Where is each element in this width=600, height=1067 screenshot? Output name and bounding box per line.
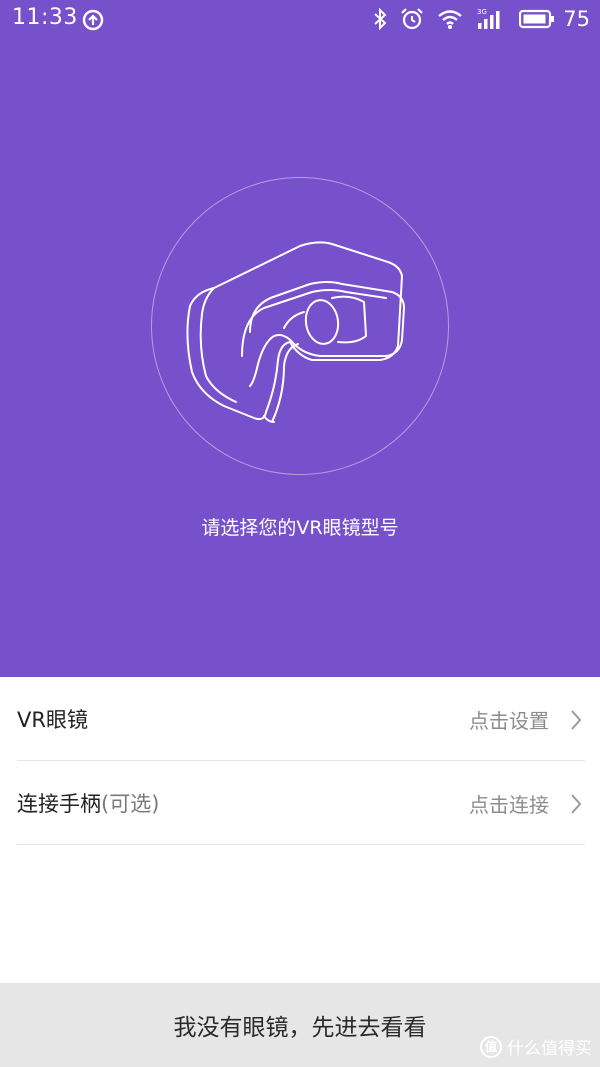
controller-action: 点击连接 [469, 793, 549, 817]
controller-title: 连接手柄 [17, 792, 101, 816]
watermark-logo: 值 [480, 1035, 502, 1058]
watermark: 值 什么值得买 [480, 1034, 592, 1059]
battery-icon [519, 9, 555, 29]
controller-label: 连接手柄(可选) [17, 788, 159, 818]
cellular-signal-icon: 3G [477, 8, 500, 29]
select-model-prompt: 请选择您的VR眼镜型号 [201, 517, 399, 539]
vr-glasses-action: 点击设置 [469, 709, 549, 733]
sync-icon [82, 9, 104, 31]
status-icons: 3G 75 [360, 6, 590, 32]
chevron-right-icon [571, 710, 582, 730]
list-item-controller[interactable]: 连接手柄(可选) 点击连接 [17, 761, 585, 845]
bluetooth-icon [374, 8, 387, 30]
vr-glasses-label: VR眼镜 [17, 704, 88, 734]
network-type-label: 3G [477, 8, 487, 16]
chevron-right-icon [571, 794, 582, 814]
wifi-icon [438, 10, 463, 29]
status-bar: 11:33 3G 75 [0, 0, 600, 38]
bottom-bar: 我没有眼镜，先进去看看 值 什么值得买 [0, 983, 600, 1067]
list-item-vr-glasses[interactable]: VR眼镜 点击设置 [17, 677, 585, 761]
battery-percentage: 75 [563, 7, 590, 31]
vr-glasses-title: VR眼镜 [17, 708, 88, 732]
optional-note: (可选) [101, 792, 160, 816]
vr-headset-icon [186, 241, 405, 423]
watermark-text: 什么值得买 [507, 1039, 592, 1059]
alarm-icon [401, 8, 424, 30]
hero-panel: 11:33 3G 75 请选择您的VR眼镜型号 [0, 0, 600, 677]
status-time: 11:33 [12, 5, 78, 30]
